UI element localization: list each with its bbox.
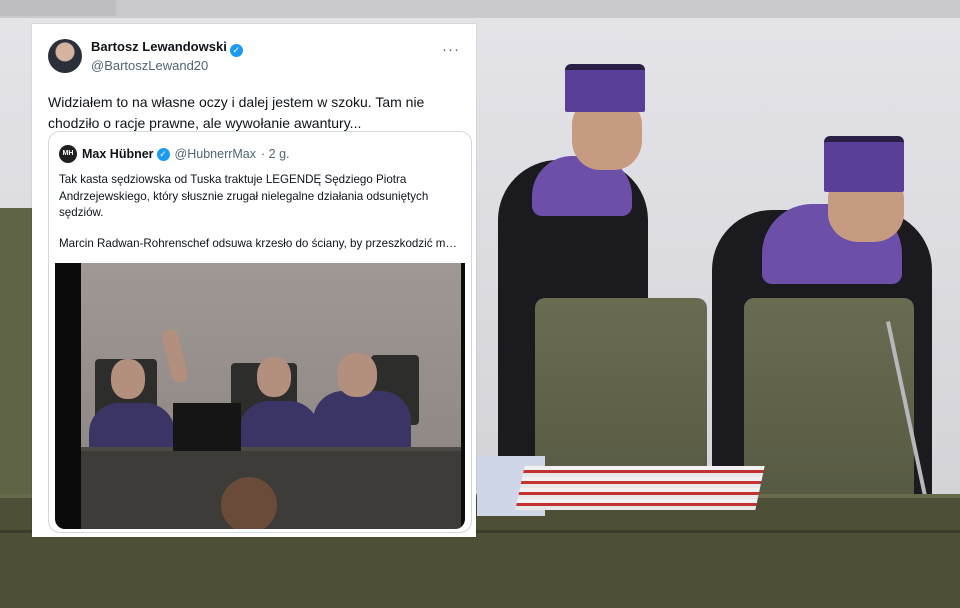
author-display-name[interactable]: Bartosz Lewandowski [91,39,227,54]
video-frame [81,263,461,529]
video-judge-head [337,353,377,397]
video-monitor [173,403,241,451]
wall-panel [0,0,116,16]
author-avatar[interactable] [48,39,82,73]
more-options-icon[interactable]: ··· [442,41,460,58]
quoted-tweet-text: Tak kasta sędziowska od Tuska traktuje L… [49,166,471,252]
video-judge-head [257,357,291,397]
quoted-author-name: Max Hübner [82,147,154,161]
video-foreground-person [221,477,277,529]
left-bench [0,208,32,508]
quoted-tweet-header: MH Max Hübner ✓ @HubnerrMax · 2 g. [49,132,471,166]
quoted-paragraph-1: Tak kasta sędziowska od Tuska traktuje L… [59,173,429,219]
quoted-author-avatar: MH [59,145,77,163]
quoted-paragraph-2: Marcin Radwan-Rohrenschef odsuwa krzesło… [59,236,459,250]
author-names: Bartosz Lewandowski ✓ @BartoszLewand20 [91,38,442,74]
verified-badge-icon: ✓ [229,44,243,57]
wall-molding [0,0,960,18]
video-judge [313,391,411,453]
verified-badge-icon: ✓ [156,147,170,161]
tweet-header: Bartosz Lewandowski ✓ @BartoszLewand20 ··… [48,36,460,76]
video-judge-head [111,359,145,399]
embedded-video[interactable] [55,263,465,529]
tweet-text: Widziałem to na własne oczy i dalej jest… [48,94,425,131]
quoted-author-handle: @HubnerrMax [174,147,257,161]
quoted-time-ago: · 2 g. [261,147,290,161]
tweet-card[interactable]: Bartosz Lewandowski ✓ @BartoszLewand20 ··… [32,24,476,537]
author-handle[interactable]: @BartoszLewand20 [91,57,442,74]
quoted-tweet[interactable]: MH Max Hübner ✓ @HubnerrMax · 2 g. Tak k… [48,131,472,533]
stack-of-documents [515,466,765,510]
